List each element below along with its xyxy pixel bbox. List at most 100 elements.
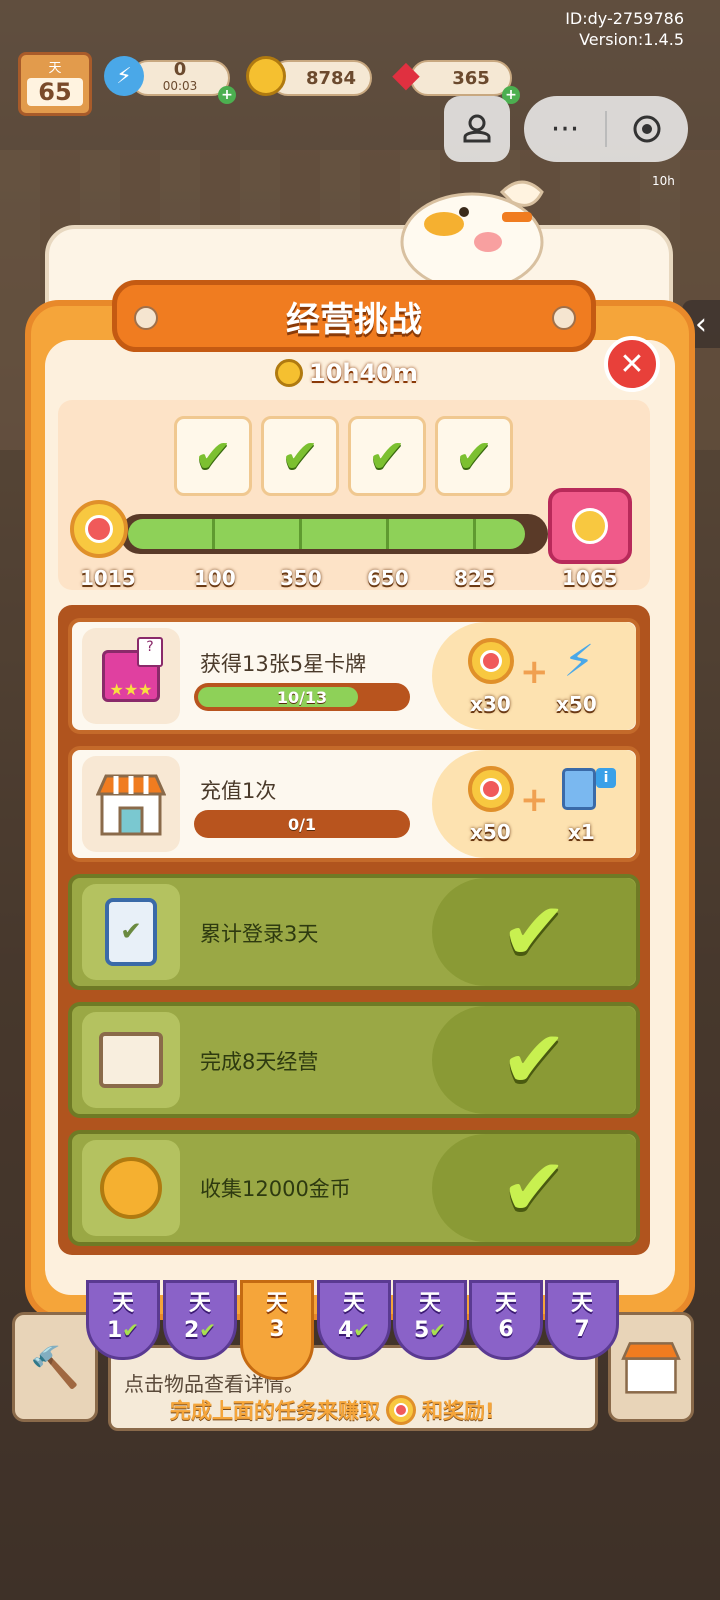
milestone-reward-2[interactable]: ✔ [261, 416, 339, 496]
task-progress-bar: 0/1 [194, 810, 410, 838]
shop-icon [621, 1342, 681, 1394]
milestone-reward-4[interactable]: ✔ [435, 416, 513, 496]
energy-pill[interactable]: 0 00:03 [130, 60, 230, 96]
check-icon: ✔ [280, 429, 320, 483]
task-completed: ✔ [432, 878, 636, 986]
day-tab-label: 天 [342, 1291, 365, 1316]
screw-left [134, 306, 158, 330]
check-icon: ✔ [193, 429, 233, 483]
check-icon: ✔ [500, 1141, 568, 1234]
build-hammer-button[interactable]: 🔨 [12, 1312, 98, 1422]
event-timer: 10h40m [275, 356, 418, 390]
day-tab-label: 天 [570, 1291, 593, 1316]
milestone-tick [473, 519, 476, 549]
energy-timer: 00:03 [162, 79, 198, 93]
panel-title: 经营挑战 [112, 280, 596, 352]
miniprogram-capsule: ··· [524, 96, 688, 162]
day-tab-1[interactable]: 天 1✔ [86, 1280, 160, 1360]
user-id: ID:dy-2759786 [565, 9, 684, 28]
profile-joystick-button[interactable] [444, 96, 510, 162]
plus-icon: + [520, 652, 549, 692]
day-counter: 天 65 [18, 52, 92, 116]
day-counter-label: 天 [48, 61, 62, 76]
target-icon [633, 115, 661, 143]
card-icon: ★★★ ? [82, 628, 180, 724]
task-name: 累计登录3天 [200, 922, 319, 946]
task-completed: ✔ [432, 1134, 636, 1242]
gem-value: 365 [452, 67, 490, 89]
milestone-label-4: 825 [454, 566, 496, 590]
day-tab-4[interactable]: 天 4✔ [317, 1280, 391, 1360]
day-counter-number: 65 [27, 78, 83, 106]
day-tab-label: 天 [111, 1291, 134, 1316]
info-badge[interactable]: i [596, 768, 616, 788]
day-tab-3[interactable]: 天 3 [240, 1280, 314, 1380]
milestone-label-2: 350 [280, 566, 322, 590]
day-tab-number: 1 [106, 1318, 123, 1343]
calendar-icon [82, 1012, 180, 1108]
milestone-reward-3[interactable]: ✔ [348, 416, 426, 496]
check-icon: ✔ [353, 1318, 371, 1342]
clock-icon [275, 359, 303, 387]
day-tab-label: 天 [418, 1291, 441, 1316]
task-completed: ✔ [432, 1006, 636, 1114]
reward-qty: x30 [470, 692, 511, 716]
side-event-timer: 10h [652, 174, 675, 188]
reward-qty: x50 [470, 820, 511, 844]
shop-button[interactable] [608, 1312, 694, 1422]
check-icon: ✔ [367, 429, 407, 483]
day-tab-number: 4 [337, 1318, 354, 1343]
milestone-label-1: 100 [194, 566, 236, 590]
day-tab-5[interactable]: 天 5✔ [393, 1280, 467, 1360]
medal-icon [468, 766, 514, 812]
milestone-progress-fill [128, 519, 525, 549]
reward-qty: x1 [568, 820, 595, 844]
check-icon: ✔ [199, 1318, 217, 1342]
close-miniprogram-button[interactable] [607, 114, 687, 144]
hint-task-suffix: 和奖励! [422, 1399, 495, 1423]
coin-value: 8784 [305, 67, 357, 89]
day-tab-number: 3 [269, 1317, 285, 1342]
milestone-tick [299, 519, 302, 549]
milestone-reward-1[interactable]: ✔ [174, 416, 252, 496]
question-card-icon: ? [137, 637, 163, 667]
check-icon: ✔ [454, 429, 494, 483]
day-tab-6[interactable]: 天 6 [469, 1280, 543, 1360]
medal-icon [386, 1395, 416, 1425]
medal-icon [468, 638, 514, 684]
day-tab-number: 7 [574, 1317, 590, 1342]
version-text: Version:1.4.5 [579, 30, 684, 49]
points-medal-icon [70, 500, 128, 558]
day-tab-number: 5 [413, 1318, 430, 1343]
check-icon: ✔ [500, 885, 568, 978]
coin-icon [246, 56, 286, 96]
task-name: 完成8天经营 [200, 1050, 319, 1074]
check-icon: ✔ [429, 1318, 447, 1342]
gem-icon: ◆ [392, 53, 420, 95]
joystick-icon [463, 114, 491, 143]
task-name: 获得13张5星卡牌 [200, 652, 367, 676]
gold-coin-icon [82, 1140, 180, 1236]
task-name: 充值1次 [200, 779, 277, 803]
day-tab-7[interactable]: 天 7 [545, 1280, 619, 1360]
day-tab-2[interactable]: 天 2✔ [163, 1280, 237, 1360]
screw-right [552, 306, 576, 330]
reward-qty: x50 [556, 692, 597, 716]
close-button[interactable]: ✕ [604, 336, 660, 392]
task-progress-bar: 10/13 [194, 683, 410, 711]
day-tab-number: 6 [498, 1317, 514, 1342]
milestone-tick [212, 519, 215, 549]
more-button[interactable]: ··· [525, 112, 605, 147]
event-timer-text: 10h40m [309, 359, 418, 387]
milestone-tick [386, 519, 389, 549]
day-tab-label: 天 [265, 1291, 288, 1316]
day-tab-label: 天 [494, 1291, 517, 1316]
check-icon: ✔ [122, 1318, 140, 1342]
grand-chest-icon[interactable] [548, 488, 632, 564]
goal-points: 1065 [562, 566, 618, 590]
stars-icon: ★★★ [109, 680, 153, 699]
energy-bolt-icon: ⚡ [104, 56, 144, 96]
energy-plus-button[interactable]: + [218, 86, 236, 104]
energy-value: 0 [173, 59, 187, 80]
day-tab-label: 天 [188, 1291, 211, 1316]
